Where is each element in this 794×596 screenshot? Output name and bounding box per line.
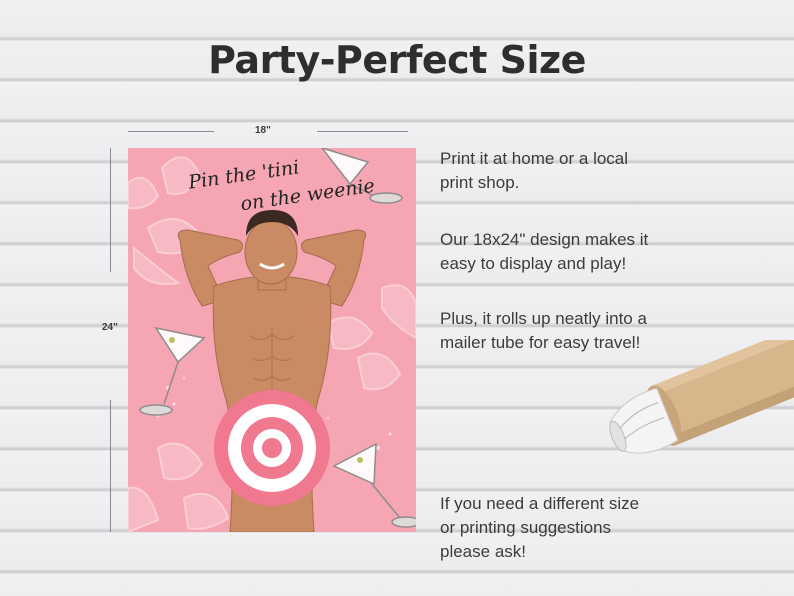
martini-glass-icon (139, 326, 206, 416)
page-title: Party-Perfect Size (208, 38, 586, 82)
description-design-size: Our 18x24" design makes it easy to displ… (440, 230, 649, 273)
martini-glass-icon (332, 442, 416, 528)
width-dimension-label: 18" (255, 125, 271, 136)
height-dimension-label: 24" (102, 322, 118, 333)
description-custom-size: If you need a different size or printing… (440, 494, 640, 561)
poster-preview: Pin the 'tini on the weenie (128, 148, 416, 532)
height-dimension-line-bottom (110, 400, 111, 532)
width-dimension-line-right (317, 131, 408, 132)
mailer-tube-icon (609, 340, 794, 454)
target-icon (214, 390, 330, 506)
description-print-options: Print it at home or a local print shop. (440, 149, 629, 192)
width-dimension-line-left (128, 131, 214, 132)
height-dimension-line-top (110, 148, 111, 272)
